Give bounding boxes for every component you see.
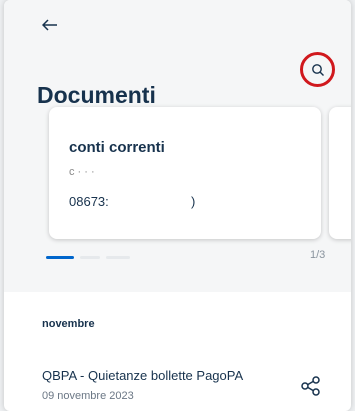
account-card[interactable]: conti correnti c · · · 08673: ) <box>49 107 321 239</box>
search-button[interactable] <box>300 52 335 87</box>
back-button[interactable] <box>41 17 64 37</box>
arrow-left-icon <box>41 19 57 31</box>
indicator-dot <box>80 256 100 259</box>
card-title: conti correnti <box>69 139 165 156</box>
document-date: 09 novembre 2023 <box>42 390 134 402</box>
page-title: Documenti <box>37 82 156 108</box>
next-card-peek[interactable] <box>329 107 351 239</box>
carousel-pager: 1/3 <box>310 249 326 261</box>
search-icon <box>311 63 324 76</box>
share-button[interactable] <box>300 375 322 397</box>
share-icon <box>301 376 320 396</box>
document-title: QBPA - Quietanze bollette PagoPA <box>42 368 244 383</box>
carousel-indicator <box>46 256 146 260</box>
card-number-suffix: ) <box>191 194 196 209</box>
app-screen: Documenti conti correnti c · · · 08673: … <box>4 0 351 411</box>
card-subtitle: c · · · <box>69 166 95 178</box>
card-number: 08673: <box>69 194 109 209</box>
section-label: novembre <box>42 318 95 330</box>
indicator-dot <box>106 256 130 259</box>
indicator-dot-active <box>46 256 74 259</box>
